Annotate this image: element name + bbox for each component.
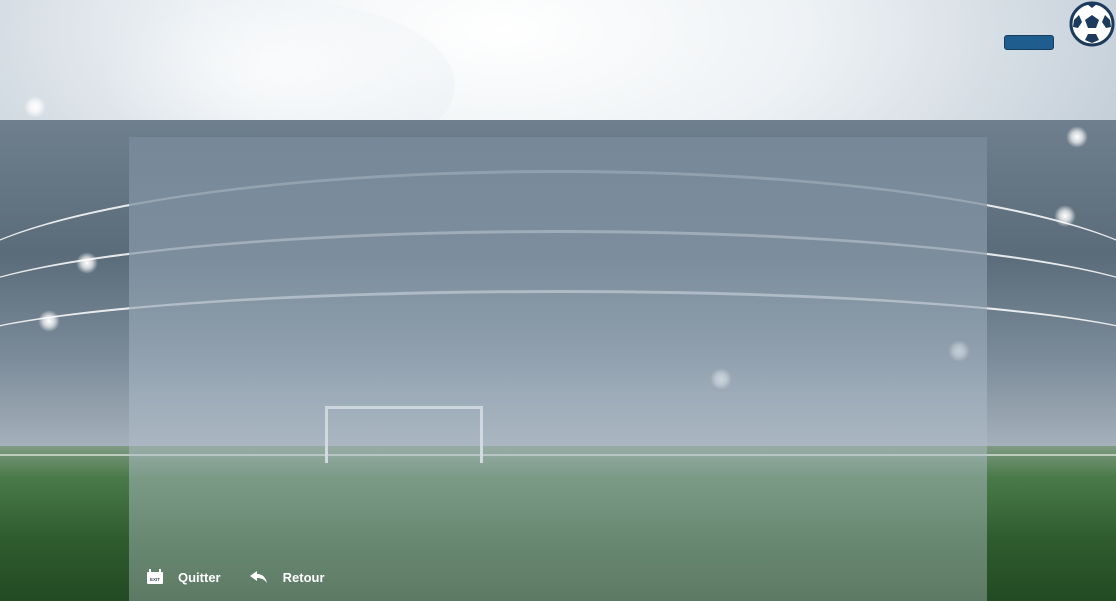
floodlight [1066, 126, 1088, 148]
quit-button[interactable]: EXIT Quitter [146, 569, 221, 585]
floodlight [1054, 205, 1076, 227]
content-panel [129, 137, 987, 601]
floodlight [38, 310, 60, 332]
back-arrow-icon [249, 571, 267, 583]
quit-label: Quitter [178, 569, 221, 585]
back-button[interactable]: Retour [249, 569, 325, 585]
footer-actions: EXIT Quitter Retour [146, 565, 353, 589]
back-label: Retour [282, 569, 325, 585]
exit-icon-text: EXIT [150, 577, 160, 582]
floodlight [24, 96, 46, 118]
menu-button[interactable] [1004, 35, 1054, 50]
soccer-ball-icon [1069, 0, 1115, 50]
floodlight [76, 252, 98, 274]
exit-icon: EXIT [147, 569, 163, 584]
